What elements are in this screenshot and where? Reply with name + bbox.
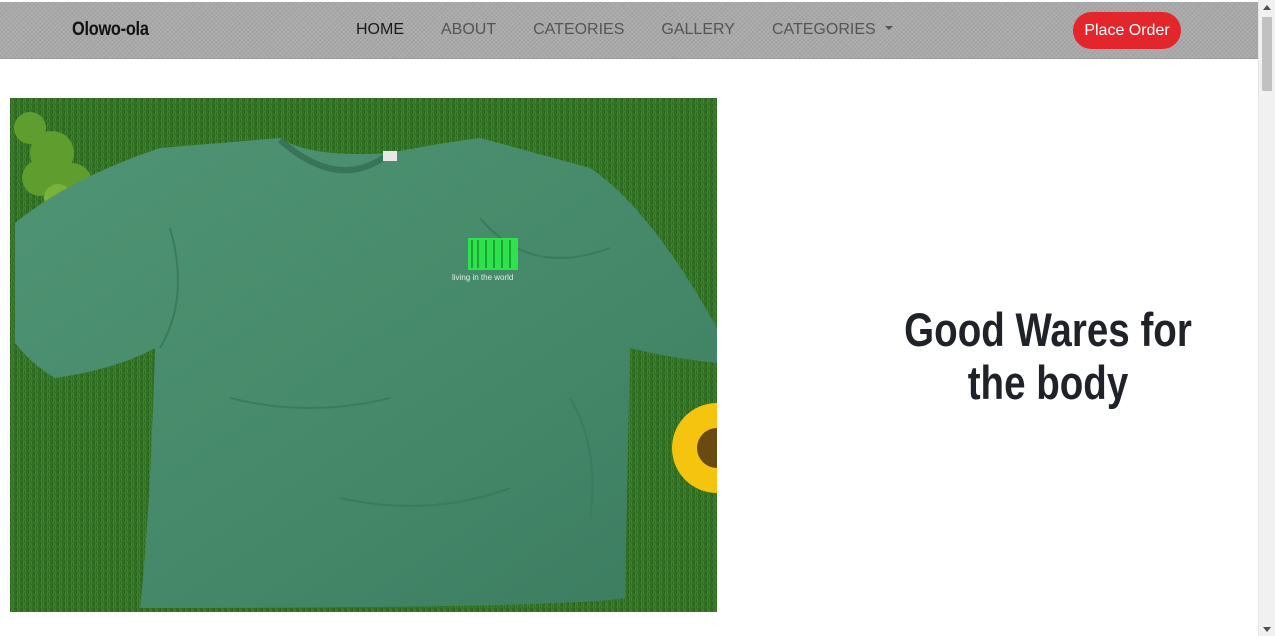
scroll-down-arrow-icon[interactable] [1263,627,1271,632]
nav-links: HOME ABOUT CATEORIES GALLERY CATEGORIES [356,21,930,39]
nav-link-home[interactable]: HOME [356,21,404,39]
nav-link-gallery[interactable]: GALLERY [661,21,735,39]
tshirt-photo: living in the world [10,98,717,612]
shirt-print-text: living in the world [452,273,513,282]
scrollbar-thumb[interactable] [1262,17,1272,91]
place-order-button[interactable]: Place Order [1073,12,1181,49]
caret-down-icon [884,25,893,30]
hero-tshirt-image: living in the world [10,98,717,612]
nav-dropdown-categories[interactable]: CATEGORIES [772,21,893,39]
vertical-scrollbar[interactable] [1258,0,1275,636]
page: Olowo-ola HOME ABOUT CATEORIES GALLERY C… [0,0,1275,636]
hero-headline: Good Wares for the body [904,303,1192,410]
brand-logo[interactable]: Olowo-ola [72,19,149,41]
nav-link-about[interactable]: ABOUT [441,21,496,39]
nav-dropdown-categories-label: CATEGORIES [771,21,876,38]
navbar: Olowo-ola HOME ABOUT CATEORIES GALLERY C… [0,2,1258,59]
scroll-up-arrow-icon[interactable] [1263,5,1271,10]
nav-link-cateories[interactable]: CATEORIES [533,21,624,39]
